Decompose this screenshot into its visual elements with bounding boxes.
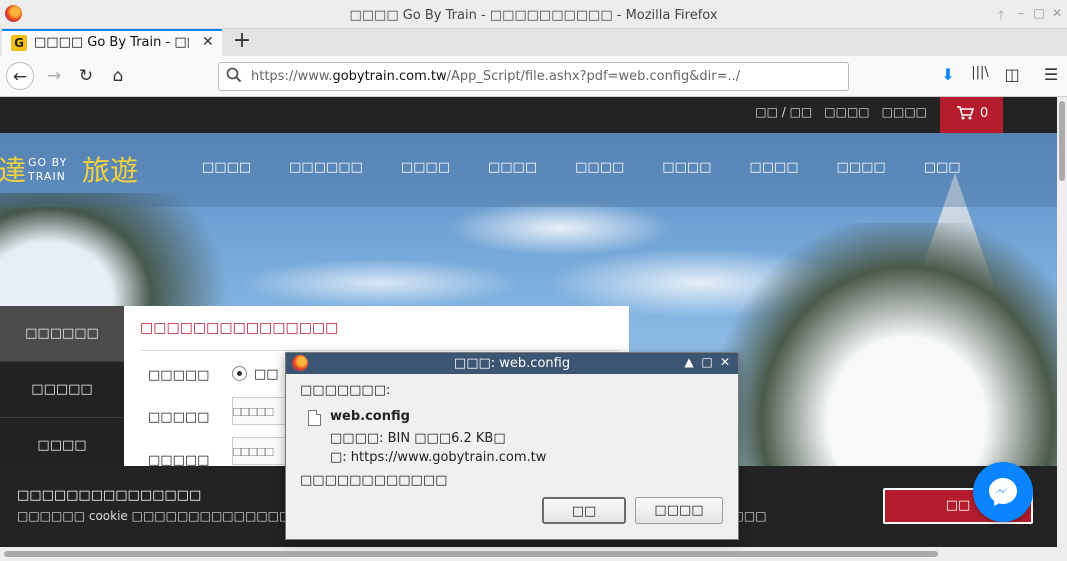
form-input[interactable] xyxy=(232,437,292,465)
main-nav-item[interactable]: □□□□ xyxy=(837,160,886,175)
tab-close-icon[interactable]: ✕ xyxy=(202,34,214,50)
window-title: □□□□ Go By Train - □□□□□□□□□□ - Mozilla … xyxy=(349,8,718,23)
top-link-member[interactable]: □□□□ xyxy=(824,105,869,119)
url-bar[interactable]: https://www.gobytrain.com.tw/App_Script/… xyxy=(218,62,849,91)
vertical-scrollbar[interactable] xyxy=(1057,97,1067,547)
tab-gobytrain[interactable]: G □□□□ Go By Train - □□ ✕ xyxy=(2,29,222,56)
horizontal-scrollbar[interactable] xyxy=(0,547,1067,561)
logo-en-line1: GO BY xyxy=(28,156,68,169)
top-links: □□ / □□ □□□□ □□□□ xyxy=(755,105,927,119)
top-link-orders[interactable]: □□□□ xyxy=(882,105,927,119)
cart-button[interactable]: 0 xyxy=(940,97,1003,133)
window-up-icon[interactable]: 🡑 xyxy=(993,6,1009,27)
form-label: □□□□□ xyxy=(148,368,210,383)
navigation-toolbar: ← → ↻ ⌂ https://www.gobytrain.com.tw/App… xyxy=(0,56,1067,97)
logo-chinese-2[interactable]: 旅遊 xyxy=(82,149,138,189)
form-label: □□□□□ xyxy=(148,410,210,425)
url-path: /App_Script/file.ashx?pdf=web.config&dir… xyxy=(446,69,741,84)
side-nav-item-active[interactable]: □□□□□□ xyxy=(0,306,124,362)
logo-english[interactable]: GO BY TRAIN xyxy=(28,156,67,184)
side-nav: □□□□□□ □□□□□ □□□□ xyxy=(0,306,130,474)
cookie-title: □□□□□□□□□□□□□□□ xyxy=(17,488,202,503)
main-nav-item[interactable]: □□□□ xyxy=(202,160,251,175)
dialog-file-source: □: https://www.gobytrain.com.tw xyxy=(330,450,547,465)
window-close-button[interactable]: ✕ xyxy=(1049,6,1065,20)
new-tab-button[interactable]: + xyxy=(232,29,252,53)
dialog-prompt: □□□□□□□: xyxy=(300,383,391,398)
main-nav-item[interactable]: □□□□ xyxy=(575,160,624,175)
main-nav-items: □□□□ □□□□□□ □□□□ □□□□ □□□□ □□□□ □□□□ □□□… xyxy=(202,160,999,175)
main-nav-item[interactable]: □□□□ xyxy=(749,160,798,175)
window-minimize-button[interactable]: – xyxy=(1013,6,1029,20)
forward-button[interactable]: → xyxy=(40,62,68,90)
form-radio[interactable] xyxy=(232,366,247,381)
top-link-login[interactable]: □□ / □□ xyxy=(755,105,812,119)
sidebar-icon[interactable]: ◫ xyxy=(1002,65,1022,84)
window-maximize-button[interactable]: □ xyxy=(1031,6,1047,20)
dialog-file-type: □□□□: BIN □□□6.2 KB□ xyxy=(330,431,506,446)
main-nav-item[interactable]: □□□ xyxy=(924,160,961,175)
back-button[interactable]: ← xyxy=(6,62,34,90)
site-main-nav: 達 GO BY TRAIN 旅遊 □□□□ □□□□□□ □□□□ □□□□ □□… xyxy=(0,133,1057,207)
cart-icon xyxy=(956,105,975,125)
dialog-up-icon[interactable]: ▲ xyxy=(682,355,696,369)
main-nav-item[interactable]: □□□□ xyxy=(401,160,450,175)
form-title: □□□□□□□□□□□□□□□ xyxy=(140,320,339,336)
dialog-close-button[interactable]: ✕ xyxy=(718,355,732,369)
tab-bar: G □□□□ Go By Train - □□ ✕ + xyxy=(0,29,1067,56)
messenger-icon xyxy=(989,478,1017,506)
search-icon xyxy=(226,67,242,87)
downloads-icon[interactable]: ⬇ xyxy=(938,65,958,84)
main-nav-item[interactable]: □□□□ xyxy=(662,160,711,175)
dialog-maximize-button[interactable]: □ xyxy=(700,355,714,369)
dialog-title: □□□: web.config xyxy=(453,356,571,371)
library-icon[interactable]: |||\ xyxy=(970,65,990,80)
dialog-titlebar: □□□: web.config ▲ □ ✕ xyxy=(286,353,738,374)
form-radio-label: □□ xyxy=(254,367,279,382)
reload-button[interactable]: ↻ xyxy=(72,62,100,90)
download-dialog: □□□: web.config ▲ □ ✕ □□□□□□□: web.confi… xyxy=(285,352,739,540)
main-nav-item[interactable]: □□□□□□ xyxy=(289,160,363,175)
logo-chinese-1[interactable]: 達 xyxy=(0,149,26,189)
url-host: gobytrain.com.tw xyxy=(332,69,447,84)
cart-count: 0 xyxy=(980,106,989,121)
dialog-file-name: web.config xyxy=(330,409,410,424)
form-divider xyxy=(140,350,620,351)
side-nav-item[interactable]: □□□□□ xyxy=(0,362,124,418)
horizontal-scroll-thumb[interactable] xyxy=(4,551,938,557)
site-top-strip: □□ / □□ □□□□ □□□□ 0 xyxy=(0,97,1057,133)
window-titlebar: □□□□ Go By Train - □□□□□□□□□□ - Mozilla … xyxy=(0,0,1067,29)
file-icon xyxy=(308,410,321,426)
main-nav-item[interactable]: □□□□ xyxy=(488,160,537,175)
form-input[interactable] xyxy=(232,397,292,425)
dialog-ok-button[interactable]: □□ xyxy=(542,497,626,524)
dialog-cancel-button[interactable]: □□□□ xyxy=(635,497,723,524)
logo-en-line2: TRAIN xyxy=(28,170,66,183)
home-button[interactable]: ⌂ xyxy=(104,62,132,90)
messenger-chat-button[interactable] xyxy=(973,462,1033,522)
tab-title: □□□□ Go By Train - □□ xyxy=(34,35,189,50)
dialog-question: □□□□□□□□□□□□ xyxy=(300,473,448,488)
menu-icon[interactable]: ☰ xyxy=(1041,65,1061,84)
url-prefix: https://www. xyxy=(251,69,333,84)
url-text: https://www.gobytrain.com.tw/App_Script/… xyxy=(251,69,740,84)
site-favicon-icon: G xyxy=(11,35,27,51)
vertical-scroll-thumb[interactable] xyxy=(1059,101,1065,181)
